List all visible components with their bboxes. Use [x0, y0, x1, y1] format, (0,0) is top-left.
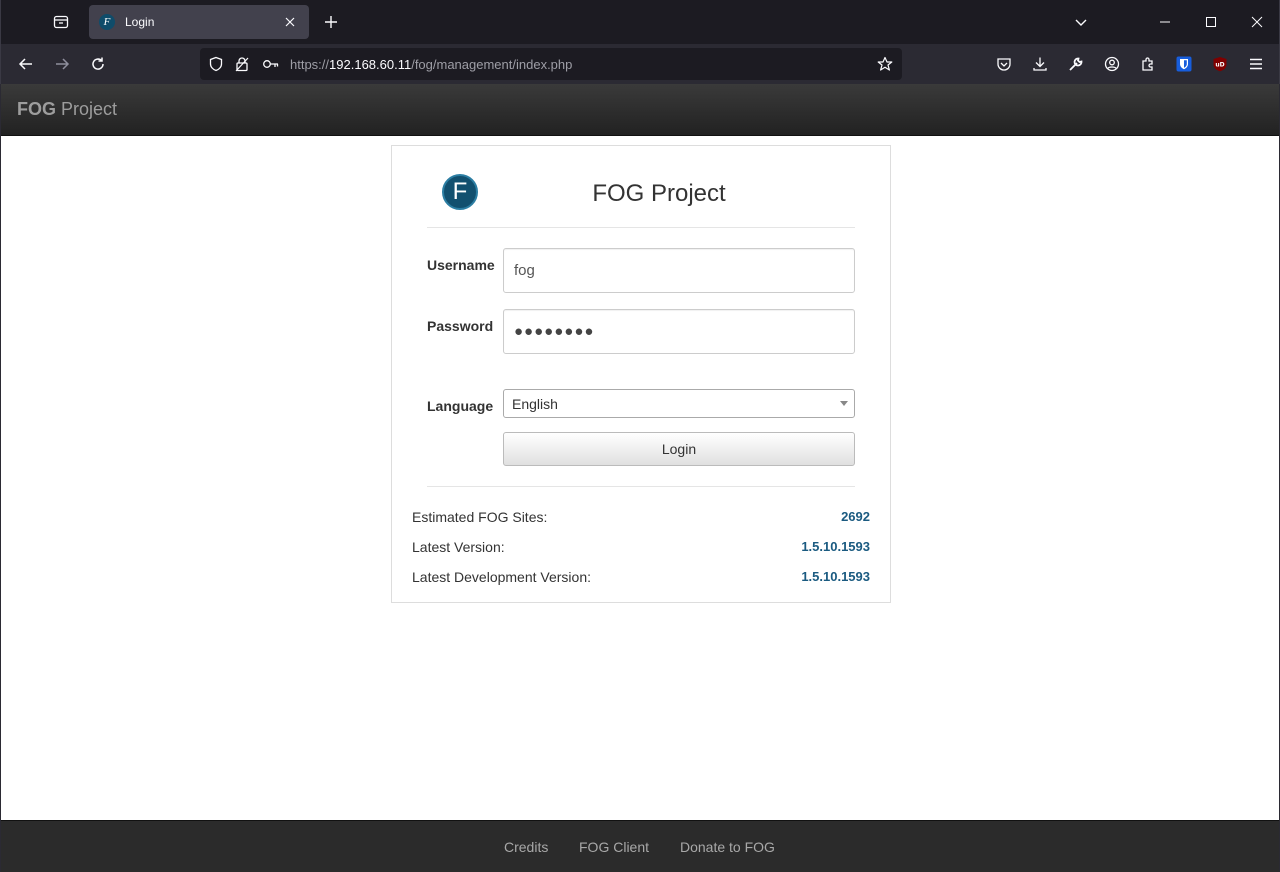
pocket-icon [997, 58, 1011, 71]
page-viewport: FOG Project F FOG Project Username fog P… [0, 84, 1280, 872]
address-bar[interactable]: https://192.168.60.11/fog/management/ind… [200, 48, 902, 80]
download-icon [1033, 57, 1047, 71]
brand-link[interactable]: FOG Project [17, 99, 117, 120]
brand-rest: Project [56, 99, 118, 119]
username-value: fog [514, 262, 535, 279]
url-text[interactable]: https://192.168.60.11/fog/management/ind… [290, 57, 572, 72]
username-label: Username [427, 257, 495, 273]
maximize-button[interactable] [1195, 6, 1227, 38]
stat-label: Latest Version: [412, 539, 505, 555]
maximize-icon [1206, 17, 1216, 27]
plus-icon [325, 16, 337, 28]
firefox-view-icon [53, 15, 69, 29]
stat-row-dev-version: Latest Development Version: 1.5.10.1593 [412, 569, 870, 589]
bitwarden-shield-icon [1176, 56, 1192, 72]
url-path: /fog/management/index.php [411, 57, 573, 72]
wrench-icon [1069, 57, 1083, 71]
site-footer: Credits FOG Client Donate to FOG [1, 820, 1279, 872]
credits-link[interactable]: Credits [504, 839, 548, 855]
tab-login[interactable]: F Login [89, 5, 309, 39]
url-scheme: https:// [290, 57, 330, 72]
key-icon[interactable] [262, 55, 280, 73]
svg-text:uD: uD [1215, 62, 1224, 69]
stat-value: 2692 [841, 509, 870, 524]
arrow-right-icon [56, 58, 70, 70]
tab-close-button[interactable] [281, 13, 299, 31]
site-header: FOG Project [1, 84, 1279, 136]
account-icon [1104, 56, 1120, 72]
divider [427, 486, 855, 487]
dropdown-arrow-icon [840, 401, 848, 406]
password-mask: ●●●●●●●● [514, 323, 595, 340]
arrow-left-icon [18, 58, 32, 70]
back-button[interactable] [10, 48, 42, 80]
fog-favicon-icon: F [99, 14, 115, 30]
stat-value: 1.5.10.1593 [801, 569, 870, 584]
login-title: FOG Project [592, 180, 726, 207]
extensions-button[interactable] [1132, 48, 1164, 80]
tools-button[interactable] [1060, 48, 1092, 80]
url-host: 192.168.60.11 [329, 57, 412, 72]
stat-value: 1.5.10.1593 [801, 539, 870, 554]
brand-bold: FOG [17, 99, 56, 119]
close-icon [285, 17, 295, 27]
password-input[interactable]: ●●●●●●●● [503, 309, 855, 354]
tracking-protection-shield-icon[interactable] [207, 55, 225, 73]
donate-link[interactable]: Donate to FOG [680, 839, 775, 855]
fog-logo-icon: F [442, 174, 478, 210]
language-select[interactable]: English [503, 389, 855, 418]
insecure-lock-icon[interactable] [233, 55, 251, 73]
downloads-button[interactable] [1024, 48, 1056, 80]
stat-label: Latest Development Version: [412, 569, 591, 585]
tab-title: Login [125, 15, 155, 29]
minimize-button[interactable] [1149, 6, 1181, 38]
chevron-down-icon [1075, 19, 1087, 26]
list-all-tabs-button[interactable] [1065, 6, 1097, 38]
puzzle-icon [1142, 57, 1153, 71]
minimize-icon [1160, 21, 1170, 23]
fog-client-link[interactable]: FOG Client [579, 839, 649, 855]
divider [427, 227, 855, 228]
language-selected-value: English [512, 395, 558, 412]
firefox-view-button[interactable] [45, 6, 77, 38]
forward-button[interactable] [46, 48, 78, 80]
login-panel: F FOG Project Username fog Password ●●●●… [391, 145, 891, 603]
password-label: Password [427, 318, 494, 334]
account-button[interactable] [1096, 48, 1128, 80]
stat-label: Estimated FOG Sites: [412, 509, 548, 525]
window-close-button[interactable] [1241, 6, 1273, 38]
hamburger-menu-icon [1250, 58, 1262, 70]
stat-row-sites: Estimated FOG Sites: 2692 [412, 509, 870, 529]
bookmark-star-icon[interactable] [876, 55, 894, 73]
pocket-button[interactable] [988, 48, 1020, 80]
browser-nav-bar: https://192.168.60.11/fog/management/ind… [0, 44, 1280, 84]
language-label: Language [427, 398, 494, 414]
login-button[interactable]: Login [503, 432, 855, 466]
app-menu-button[interactable] [1240, 48, 1272, 80]
reload-icon [92, 57, 104, 70]
ublock-origin-button[interactable]: uD [1204, 48, 1236, 80]
bitwarden-button[interactable] [1168, 48, 1200, 80]
browser-tab-bar: F Login [0, 0, 1280, 44]
reload-button[interactable] [82, 48, 114, 80]
username-input[interactable]: fog [503, 248, 855, 293]
close-icon [1251, 16, 1263, 28]
new-tab-button[interactable] [317, 8, 345, 36]
stat-row-latest-version: Latest Version: 1.5.10.1593 [412, 539, 870, 559]
ublock-origin-icon: uD [1213, 57, 1227, 72]
